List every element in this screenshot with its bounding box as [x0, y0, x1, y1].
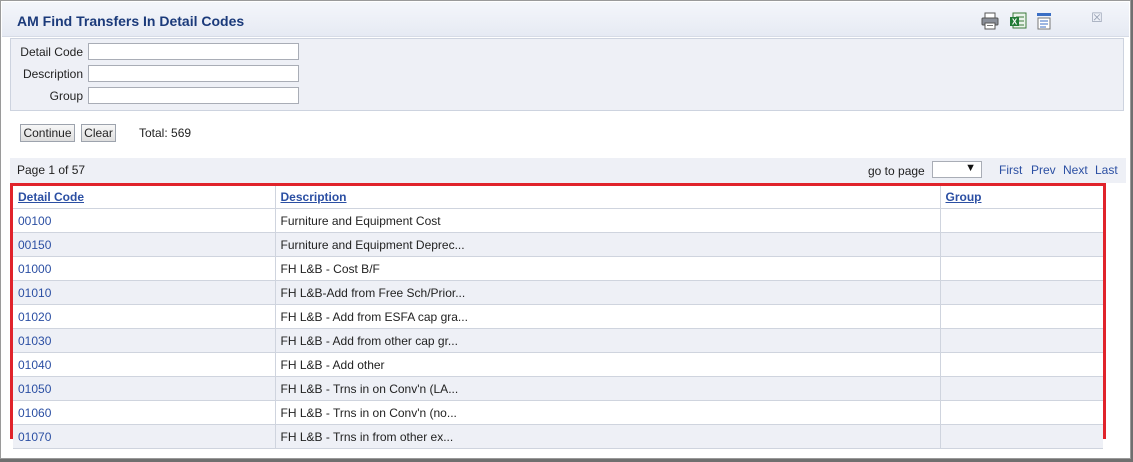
- description-cell: Furniture and Equipment Cost: [275, 208, 941, 233]
- total-count: Total: 569: [139, 126, 192, 140]
- group-cell: [940, 256, 1103, 281]
- svg-text:X: X: [1012, 18, 1018, 27]
- group-cell: [940, 304, 1103, 329]
- table-row[interactable]: 01010 FH L&B-Add from Free Sch/Prior...: [13, 280, 1103, 305]
- detail-code-input[interactable]: [88, 43, 299, 60]
- description-cell: FH L&B-Add from Free Sch/Prior...: [275, 280, 941, 305]
- detail-code-link[interactable]: 01050: [13, 376, 276, 401]
- description-cell: FH L&B - Trns in on Conv'n (LA...: [275, 376, 941, 401]
- detail-code-link[interactable]: 01030: [13, 328, 276, 353]
- description-cell: FH L&B - Cost B/F: [275, 256, 941, 281]
- column-header-group[interactable]: Group: [940, 186, 1103, 209]
- document-icon[interactable]: [1035, 12, 1053, 30]
- description-cell: FH L&B - Add from ESFA cap gra...: [275, 304, 941, 329]
- group-cell: [940, 424, 1103, 449]
- dropdown-arrow-icon: ▼: [965, 162, 976, 174]
- first-page-link[interactable]: First: [999, 163, 1022, 177]
- goto-page-select[interactable]: ▼: [932, 161, 982, 178]
- group-cell: [940, 208, 1103, 233]
- close-icon[interactable]: ☒: [1089, 10, 1105, 26]
- detail-code-link[interactable]: 00150: [13, 232, 276, 257]
- group-cell: [940, 328, 1103, 353]
- description-input[interactable]: [88, 65, 299, 82]
- group-input[interactable]: [88, 87, 299, 104]
- description-cell: FH L&B - Add other: [275, 352, 941, 377]
- group-label: Group: [49, 89, 83, 103]
- table-row[interactable]: 01000 FH L&B - Cost B/F: [13, 256, 1103, 281]
- table-header-row: Detail Code Description Group: [13, 186, 1103, 209]
- table-row[interactable]: 01050 FH L&B - Trns in on Conv'n (LA...: [13, 376, 1103, 401]
- dialog-title: AM Find Transfers In Detail Codes: [17, 13, 245, 29]
- results-table: Detail Code Description Group 00100 Furni…: [13, 186, 1103, 449]
- last-page-link[interactable]: Last: [1095, 163, 1118, 177]
- description-label: Description: [22, 67, 83, 81]
- description-cell: FH L&B - Add from other cap gr...: [275, 328, 941, 353]
- group-cell: [940, 352, 1103, 377]
- group-cell: [940, 280, 1103, 305]
- group-cell: [940, 232, 1103, 257]
- detail-code-link[interactable]: 00100: [13, 208, 276, 233]
- group-cell: [940, 400, 1103, 425]
- description-cell: FH L&B - Trns in from other ex...: [275, 424, 941, 449]
- clear-button[interactable]: Clear: [81, 124, 116, 142]
- table-row[interactable]: 01020 FH L&B - Add from ESFA cap gra...: [13, 304, 1103, 329]
- detail-code-link[interactable]: 01060: [13, 400, 276, 425]
- detail-code-link[interactable]: 01040: [13, 352, 276, 377]
- continue-button[interactable]: Continue: [20, 124, 75, 142]
- results-grid: Detail Code Description Group 00100 Furni…: [10, 183, 1106, 449]
- next-page-link[interactable]: Next: [1063, 163, 1088, 177]
- group-cell: [940, 376, 1103, 401]
- detail-code-label: Detail Code: [20, 45, 83, 59]
- table-row[interactable]: 00150 Furniture and Equipment Deprec...: [13, 232, 1103, 257]
- description-cell: FH L&B - Trns in on Conv'n (no...: [275, 400, 941, 425]
- detail-code-link[interactable]: 01010: [13, 280, 276, 305]
- column-header-detail-code[interactable]: Detail Code: [13, 186, 276, 209]
- table-row[interactable]: 01060 FH L&B - Trns in on Conv'n (no...: [13, 400, 1103, 425]
- pager-bar: Page 1 of 57 go to page ▼ First Prev Nex…: [10, 158, 1126, 183]
- find-detail-codes-dialog: AM Find Transfers In Detail Codes X ☒ De…: [0, 0, 1131, 459]
- detail-code-link[interactable]: 01000: [13, 256, 276, 281]
- detail-code-link[interactable]: 01070: [13, 424, 276, 449]
- table-row[interactable]: 01030 FH L&B - Add from other cap gr...: [13, 328, 1103, 353]
- search-panel: Detail Code Description Group: [10, 38, 1124, 111]
- print-icon[interactable]: [981, 12, 999, 30]
- excel-export-icon[interactable]: X: [1009, 12, 1027, 30]
- page-info: Page 1 of 57: [17, 163, 86, 177]
- table-row[interactable]: 00100 Furniture and Equipment Cost: [13, 208, 1103, 233]
- goto-page-label: go to page: [868, 164, 925, 178]
- table-row[interactable]: 01040 FH L&B - Add other: [13, 352, 1103, 377]
- description-cell: Furniture and Equipment Deprec...: [275, 232, 941, 257]
- table-row[interactable]: 01070 FH L&B - Trns in from other ex...: [13, 424, 1103, 449]
- prev-page-link[interactable]: Prev: [1031, 163, 1056, 177]
- detail-code-link[interactable]: 01020: [13, 304, 276, 329]
- column-header-description[interactable]: Description: [275, 186, 941, 209]
- dialog-titlebar: AM Find Transfers In Detail Codes X ☒: [2, 2, 1129, 37]
